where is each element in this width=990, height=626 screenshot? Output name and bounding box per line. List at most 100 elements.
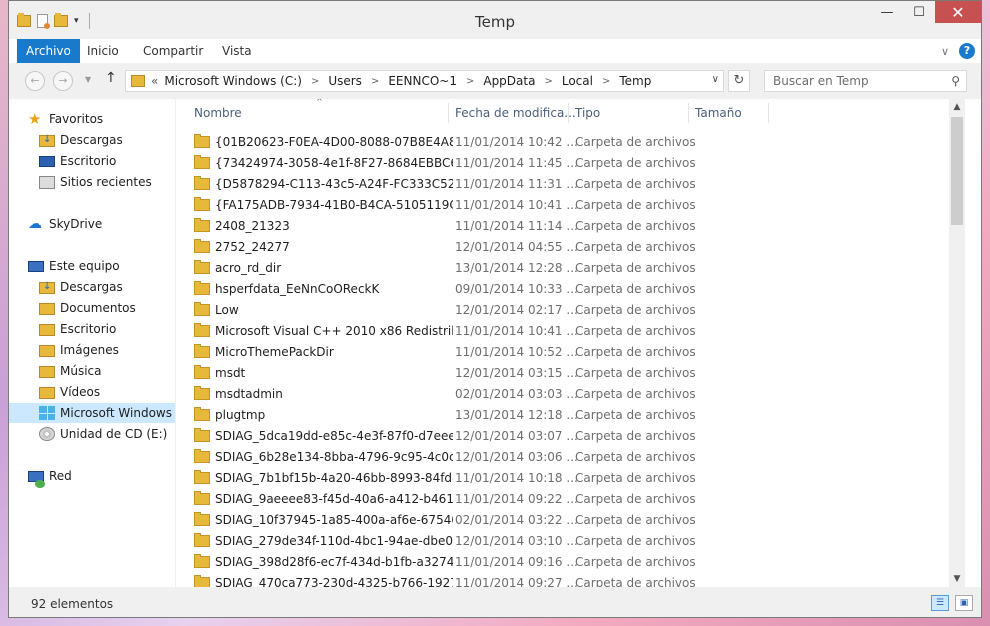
maximize-button[interactable]: ☐ — [903, 1, 935, 23]
nav-label: Microsoft Windows — [60, 406, 172, 420]
breadcrumb-separator-icon[interactable]: > — [371, 76, 379, 87]
column-header-size[interactable]: Tamaño — [695, 99, 742, 127]
table-row[interactable]: 2408_21323 11/01/2014 11:14 ... Carpeta de… — [194, 215, 965, 236]
table-row[interactable]: acro_rd_dir 13/01/2014 12:28 ... Carpeta d… — [194, 257, 965, 278]
address-bar[interactable]: « Microsoft Windows (C:) > Users > EENNC… — [125, 70, 724, 92]
file-name: msdtadmin — [215, 386, 283, 401]
file-name: Low — [215, 302, 239, 317]
file-type: Carpeta de archivos — [575, 449, 696, 464]
details-view-icon[interactable]: ☰ — [931, 595, 949, 611]
breadcrumb-item-appdata[interactable]: AppData — [483, 74, 535, 88]
table-row[interactable]: plugtmp 13/01/2014 12:18 ... Carpeta de ar… — [194, 404, 965, 425]
desktop-folder-icon — [39, 324, 55, 336]
up-button[interactable]: ↑ — [105, 70, 117, 86]
file-name: {FA175ADB-7934-41B0-B4CA-5105119CB... — [215, 197, 453, 212]
table-row[interactable]: 2752_24277 12/01/2014 04:55 ... Carpeta de… — [194, 236, 965, 257]
tab-inicio[interactable]: Inicio — [87, 39, 119, 63]
file-type: Carpeta de archivos — [575, 365, 696, 380]
file-date: 09/01/2014 10:33 ... — [455, 281, 578, 296]
file-date: 11/01/2014 10:42 ... — [455, 134, 578, 149]
search-icon[interactable]: ⚲ — [951, 74, 960, 88]
tab-archivo[interactable]: Archivo — [17, 39, 80, 63]
table-row[interactable]: Microsoft Visual C++ 2010 x86 Redistrib.… — [194, 320, 965, 341]
help-icon[interactable]: ? — [959, 43, 975, 59]
folder-icon — [194, 553, 210, 568]
table-row[interactable]: SDIAG_398d28f6-ec7f-434d-b1fb-a32740... 1… — [194, 551, 965, 572]
table-row[interactable]: msdtadmin 02/01/2014 03:03 ... Carpeta de … — [194, 383, 965, 404]
title-bar: ▾ Temp — ☐ ✕ — [9, 1, 981, 39]
nav-este-equipo[interactable]: Este equipo — [9, 256, 194, 276]
breadcrumb-item-local[interactable]: Local — [562, 74, 593, 88]
nav-label: Este equipo — [49, 259, 120, 273]
breadcrumb-item-drive[interactable]: Microsoft Windows (C:) — [164, 74, 302, 88]
breadcrumb-item-user[interactable]: EENNCO~1 — [388, 74, 457, 88]
file-name: SDIAG_279de34f-110d-4bc1-94ae-dbe098... — [215, 533, 453, 548]
window-controls: — ☐ ✕ — [871, 1, 981, 23]
file-date: 13/01/2014 12:28 ... — [455, 260, 578, 275]
folder-icon — [194, 385, 210, 400]
nav-label: Escritorio — [60, 154, 117, 168]
file-date: 02/01/2014 03:22 ... — [455, 512, 578, 527]
table-row[interactable]: {D5878294-C113-43c5-A24F-FC333C5201...11… — [194, 173, 965, 194]
table-row[interactable]: MicroThemePackDir 11/01/2014 10:52 ... Car… — [194, 341, 965, 362]
scroll-up-icon[interactable]: ▲ — [949, 99, 965, 115]
expand-ribbon-icon[interactable]: ∨ — [941, 45, 949, 58]
nav-microsoft-windows[interactable]: Microsoft Windows — [9, 403, 175, 423]
table-row[interactable]: SDIAG_7b1bf15b-4a20-46bb-8993-84fd81... 1… — [194, 467, 965, 488]
column-divider[interactable] — [688, 103, 689, 123]
address-dropdown-icon[interactable]: ∨ — [712, 74, 719, 85]
close-button[interactable]: ✕ — [935, 1, 981, 23]
breadcrumb-item-users[interactable]: Users — [328, 74, 362, 88]
column-divider[interactable] — [568, 103, 569, 123]
windows-drive-icon — [39, 406, 55, 420]
file-type: Carpeta de archivos — [575, 386, 696, 401]
column-header-name[interactable]: Nombre — [194, 99, 242, 127]
recent-locations-dropdown-icon[interactable]: ▼ — [85, 75, 91, 84]
table-row[interactable]: SDIAG_470ca773-230d-4325-b766-192726...1… — [194, 572, 965, 587]
file-name: 2752_24277 — [215, 239, 290, 254]
nav-favoritos[interactable]: ★ Favoritos — [9, 109, 194, 129]
file-name: hsperfdata_EeNnCoOReckK — [215, 281, 380, 296]
breadcrumb-separator-icon[interactable]: > — [311, 76, 319, 87]
status-bar: 92 elementos ☰ ▣ — [9, 587, 981, 617]
column-header-type[interactable]: Tipo — [575, 99, 600, 127]
table-row[interactable]: msdt 12/01/2014 03:15 ... Carpeta de archi… — [194, 362, 965, 383]
table-row[interactable]: Low 12/01/2014 02:17 ... Carpeta de archiv… — [194, 299, 965, 320]
file-type: Carpeta de archivos — [575, 260, 696, 275]
forward-button[interactable]: → — [53, 71, 73, 91]
table-row[interactable]: hsperfdata_EeNnCoOReckK 09/01/2014 10:33 … — [194, 278, 965, 299]
breadcrumb-item-temp[interactable]: Temp — [619, 74, 651, 88]
tab-vista[interactable]: Vista — [222, 39, 252, 63]
folder-icon — [194, 196, 210, 211]
scroll-down-icon[interactable]: ▼ — [949, 571, 965, 587]
breadcrumb-overflow[interactable]: « — [151, 74, 158, 88]
folder-icon — [194, 490, 210, 505]
table-row[interactable]: SDIAG_279de34f-110d-4bc1-94ae-dbe098...1… — [194, 530, 965, 551]
breadcrumb-separator-icon[interactable]: > — [544, 76, 552, 87]
search-input[interactable]: Buscar en Temp ⚲ — [764, 70, 967, 92]
minimize-button[interactable]: — — [871, 1, 903, 23]
table-row[interactable]: SDIAG_10f37945-1a85-400a-af6e-6754034...… — [194, 509, 965, 530]
breadcrumb-separator-icon[interactable]: > — [466, 76, 474, 87]
tab-compartir[interactable]: Compartir — [143, 39, 203, 63]
sort-ascending-icon: ^ — [316, 99, 323, 106]
column-divider[interactable] — [448, 103, 449, 123]
column-header-date[interactable]: Fecha de modifica... — [455, 99, 576, 127]
table-row[interactable]: SDIAG_6b28e134-8bba-4796-9c95-4c0c22...1… — [194, 446, 965, 467]
table-row[interactable]: SDIAG_5dca19dd-e85c-4e3f-87f0-d7eeeb... 1… — [194, 425, 965, 446]
table-row[interactable]: {73424974-3058-4e1f-8F27-8684EBBC69C6}11… — [194, 152, 965, 173]
nav-skydrive[interactable]: ☁ SkyDrive — [9, 214, 194, 234]
back-button[interactable]: ← — [25, 71, 45, 91]
refresh-button[interactable]: ↻ — [728, 70, 750, 92]
breadcrumb-separator-icon[interactable]: > — [602, 76, 610, 87]
nav-red[interactable]: Red — [9, 466, 194, 488]
column-divider[interactable] — [768, 103, 769, 123]
table-row[interactable]: {01B20623-F0EA-4D00-8088-07B8E4A82E...11… — [194, 131, 965, 152]
vertical-scrollbar[interactable]: ▲ ▼ — [949, 99, 965, 587]
file-type: Carpeta de archivos — [575, 155, 696, 170]
scrollbar-thumb[interactable] — [951, 117, 963, 225]
table-row[interactable]: SDIAG_9aeeee83-f45d-40a6-a412-b46179...1… — [194, 488, 965, 509]
file-type: Carpeta de archivos — [575, 575, 696, 588]
large-icons-view-icon[interactable]: ▣ — [955, 595, 973, 611]
table-row[interactable]: {FA175ADB-7934-41B0-B4CA-5105119CB... 11/… — [194, 194, 965, 215]
